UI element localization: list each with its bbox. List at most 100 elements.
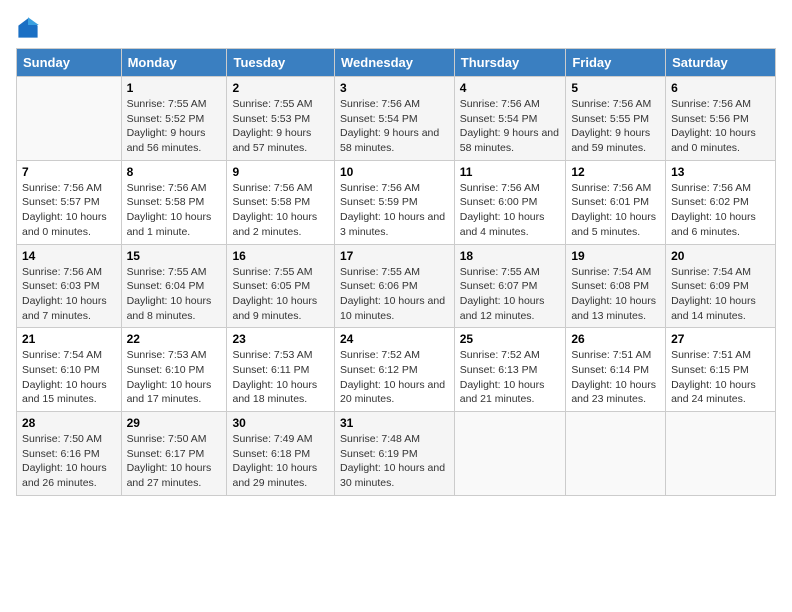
- logo: [16, 16, 44, 40]
- day-number: 11: [460, 165, 561, 179]
- day-number: 8: [127, 165, 222, 179]
- day-info: Sunrise: 7:54 AM Sunset: 6:08 PM Dayligh…: [571, 265, 660, 324]
- day-number: 25: [460, 332, 561, 346]
- day-number: 23: [232, 332, 329, 346]
- day-number: 13: [671, 165, 770, 179]
- day-cell: 21 Sunrise: 7:54 AM Sunset: 6:10 PM Dayli…: [17, 328, 122, 412]
- day-number: 30: [232, 416, 329, 430]
- day-cell: [666, 412, 776, 496]
- week-row-4: 21 Sunrise: 7:54 AM Sunset: 6:10 PM Dayli…: [17, 328, 776, 412]
- day-cell: 4 Sunrise: 7:56 AM Sunset: 5:54 PM Daylig…: [454, 77, 566, 161]
- day-cell: 16Sunrise: 7:55 AM Sunset: 6:05 PM Dayli…: [227, 244, 335, 328]
- day-cell: 23 Sunrise: 7:53 AM Sunset: 6:11 PM Dayli…: [227, 328, 335, 412]
- day-cell: 11 Sunrise: 7:56 AM Sunset: 6:00 PM Dayli…: [454, 160, 566, 244]
- day-number: 15: [127, 249, 222, 263]
- day-cell: 8 Sunrise: 7:56 AM Sunset: 5:58 PM Daylig…: [121, 160, 227, 244]
- day-number: 27: [671, 332, 770, 346]
- week-row-5: 28 Sunrise: 7:50 AM Sunset: 6:16 PM Dayli…: [17, 412, 776, 496]
- day-cell: 15 Sunrise: 7:55 AM Sunset: 6:04 PM Dayli…: [121, 244, 227, 328]
- day-info: Sunrise: 7:54 AM Sunset: 6:09 PM Dayligh…: [671, 265, 770, 324]
- day-number: 3: [340, 81, 449, 95]
- day-number: 4: [460, 81, 561, 95]
- day-cell: 30 Sunrise: 7:49 AM Sunset: 6:18 PM Dayli…: [227, 412, 335, 496]
- day-info: Sunrise: 7:55 AM Sunset: 6:07 PM Dayligh…: [460, 265, 561, 324]
- day-info: Sunrise: 7:56 AM Sunset: 6:02 PM Dayligh…: [671, 181, 770, 240]
- week-row-3: 14 Sunrise: 7:56 AM Sunset: 6:03 PM Dayli…: [17, 244, 776, 328]
- header: [16, 16, 776, 40]
- day-number: 9: [232, 165, 329, 179]
- header-cell-saturday: Saturday: [666, 49, 776, 77]
- day-info: Sunrise: 7:51 AM Sunset: 6:15 PM Dayligh…: [671, 348, 770, 407]
- day-info: Sunrise: 7:56 AM Sunset: 5:58 PM Dayligh…: [232, 181, 329, 240]
- day-number: 21: [22, 332, 116, 346]
- day-cell: 14 Sunrise: 7:56 AM Sunset: 6:03 PM Dayli…: [17, 244, 122, 328]
- day-number: 24: [340, 332, 449, 346]
- day-number: 12: [571, 165, 660, 179]
- day-info: Sunrise: 7:55 AM Sunset: 6:05 PM Dayligh…: [232, 265, 329, 324]
- day-info: Sunrise: 7:56 AM Sunset: 5:54 PM Dayligh…: [340, 97, 449, 156]
- day-info: Sunrise: 7:56 AM Sunset: 5:57 PM Dayligh…: [22, 181, 116, 240]
- day-cell: 27 Sunrise: 7:51 AM Sunset: 6:15 PM Dayli…: [666, 328, 776, 412]
- week-row-2: 7 Sunrise: 7:56 AM Sunset: 5:57 PM Daylig…: [17, 160, 776, 244]
- day-cell: 31Sunrise: 7:48 AM Sunset: 6:19 PM Dayli…: [334, 412, 454, 496]
- day-info: Sunrise: 7:52 AM Sunset: 6:12 PM Dayligh…: [340, 348, 449, 407]
- day-cell: 6 Sunrise: 7:56 AM Sunset: 5:56 PM Daylig…: [666, 77, 776, 161]
- day-info: Sunrise: 7:50 AM Sunset: 6:16 PM Dayligh…: [22, 432, 116, 491]
- day-cell: [454, 412, 566, 496]
- day-cell: 5 Sunrise: 7:56 AM Sunset: 5:55 PM Daylig…: [566, 77, 666, 161]
- logo-icon: [16, 16, 40, 40]
- day-info: Sunrise: 7:56 AM Sunset: 5:56 PM Dayligh…: [671, 97, 770, 156]
- day-info: Sunrise: 7:56 AM Sunset: 5:59 PM Dayligh…: [340, 181, 449, 240]
- day-number: 5: [571, 81, 660, 95]
- day-cell: 2Sunrise: 7:55 AM Sunset: 5:53 PM Daylig…: [227, 77, 335, 161]
- day-cell: 22 Sunrise: 7:53 AM Sunset: 6:10 PM Dayli…: [121, 328, 227, 412]
- day-info: Sunrise: 7:53 AM Sunset: 6:10 PM Dayligh…: [127, 348, 222, 407]
- day-number: 22: [127, 332, 222, 346]
- calendar-table: SundayMondayTuesdayWednesdayThursdayFrid…: [16, 48, 776, 496]
- day-cell: [17, 77, 122, 161]
- day-info: Sunrise: 7:55 AM Sunset: 6:06 PM Dayligh…: [340, 265, 449, 324]
- day-cell: 7 Sunrise: 7:56 AM Sunset: 5:57 PM Daylig…: [17, 160, 122, 244]
- day-number: 31: [340, 416, 449, 430]
- header-cell-tuesday: Tuesday: [227, 49, 335, 77]
- day-cell: 24 Sunrise: 7:52 AM Sunset: 6:12 PM Dayli…: [334, 328, 454, 412]
- day-info: Sunrise: 7:51 AM Sunset: 6:14 PM Dayligh…: [571, 348, 660, 407]
- day-number: 1: [127, 81, 222, 95]
- day-number: 29: [127, 416, 222, 430]
- week-row-1: 1Sunrise: 7:55 AM Sunset: 5:52 PM Daylig…: [17, 77, 776, 161]
- day-number: 6: [671, 81, 770, 95]
- header-cell-friday: Friday: [566, 49, 666, 77]
- day-info: Sunrise: 7:49 AM Sunset: 6:18 PM Dayligh…: [232, 432, 329, 491]
- day-info: Sunrise: 7:56 AM Sunset: 6:03 PM Dayligh…: [22, 265, 116, 324]
- day-number: 28: [22, 416, 116, 430]
- day-info: Sunrise: 7:56 AM Sunset: 5:54 PM Dayligh…: [460, 97, 561, 156]
- day-cell: 19Sunrise: 7:54 AM Sunset: 6:08 PM Dayli…: [566, 244, 666, 328]
- day-number: 7: [22, 165, 116, 179]
- day-number: 20: [671, 249, 770, 263]
- day-number: 14: [22, 249, 116, 263]
- header-cell-wednesday: Wednesday: [334, 49, 454, 77]
- day-number: 2: [232, 81, 329, 95]
- day-cell: 13 Sunrise: 7:56 AM Sunset: 6:02 PM Dayli…: [666, 160, 776, 244]
- header-row: SundayMondayTuesdayWednesdayThursdayFrid…: [17, 49, 776, 77]
- day-cell: 10 Sunrise: 7:56 AM Sunset: 5:59 PM Dayli…: [334, 160, 454, 244]
- day-info: Sunrise: 7:54 AM Sunset: 6:10 PM Dayligh…: [22, 348, 116, 407]
- day-info: Sunrise: 7:56 AM Sunset: 5:58 PM Dayligh…: [127, 181, 222, 240]
- header-cell-monday: Monday: [121, 49, 227, 77]
- day-cell: 1Sunrise: 7:55 AM Sunset: 5:52 PM Daylig…: [121, 77, 227, 161]
- day-info: Sunrise: 7:56 AM Sunset: 6:00 PM Dayligh…: [460, 181, 561, 240]
- day-info: Sunrise: 7:53 AM Sunset: 6:11 PM Dayligh…: [232, 348, 329, 407]
- day-cell: 9 Sunrise: 7:56 AM Sunset: 5:58 PM Daylig…: [227, 160, 335, 244]
- day-number: 18: [460, 249, 561, 263]
- day-info: Sunrise: 7:56 AM Sunset: 5:55 PM Dayligh…: [571, 97, 660, 156]
- day-cell: 26 Sunrise: 7:51 AM Sunset: 6:14 PM Dayli…: [566, 328, 666, 412]
- day-info: Sunrise: 7:52 AM Sunset: 6:13 PM Dayligh…: [460, 348, 561, 407]
- day-cell: [566, 412, 666, 496]
- day-number: 10: [340, 165, 449, 179]
- day-number: 26: [571, 332, 660, 346]
- day-info: Sunrise: 7:50 AM Sunset: 6:17 PM Dayligh…: [127, 432, 222, 491]
- day-cell: 12Sunrise: 7:56 AM Sunset: 6:01 PM Dayli…: [566, 160, 666, 244]
- day-cell: 20 Sunrise: 7:54 AM Sunset: 6:09 PM Dayli…: [666, 244, 776, 328]
- day-cell: 3 Sunrise: 7:56 AM Sunset: 5:54 PM Daylig…: [334, 77, 454, 161]
- day-info: Sunrise: 7:55 AM Sunset: 6:04 PM Dayligh…: [127, 265, 222, 324]
